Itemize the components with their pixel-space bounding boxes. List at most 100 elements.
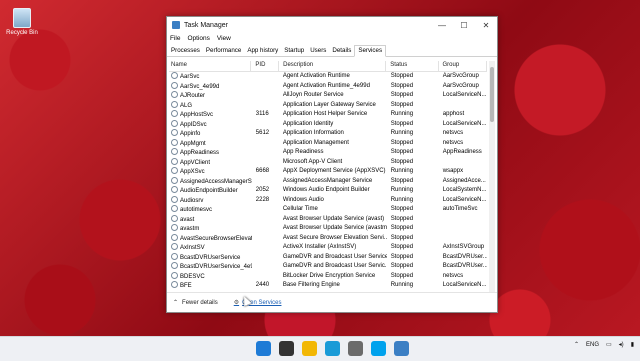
- cell-name: AppVClient: [169, 157, 252, 168]
- table-row[interactable]: AppIDSvc Application Identity Stopped Local…: [169, 119, 487, 130]
- cell-text: AarSvc: [180, 74, 200, 80]
- volume-icon[interactable]: ◂): [619, 341, 624, 348]
- skype-icon[interactable]: [371, 341, 386, 356]
- search-icon[interactable]: [279, 341, 294, 356]
- cell-text: 2440: [255, 282, 270, 288]
- table-row[interactable]: AarSvc_4e99d Agent Activation Runtime_4e9…: [169, 81, 487, 92]
- cell-text: Application Host Helper Service: [282, 111, 368, 117]
- tab-app-history[interactable]: App history: [244, 46, 281, 56]
- cell-pid: [252, 139, 279, 149]
- table-row[interactable]: AvastSecureBrowserElevati... Avast Secure…: [169, 233, 487, 244]
- menu-file[interactable]: File: [170, 35, 180, 42]
- file-explorer-icon[interactable]: [302, 341, 317, 356]
- cell-text: Stopped: [390, 225, 414, 231]
- tab-startup[interactable]: Startup: [281, 46, 307, 56]
- cell-text: autotimesvc: [180, 207, 213, 213]
- cell-pid: [252, 158, 279, 168]
- table-header: Name PID Description Status Group: [169, 61, 487, 72]
- task-manager-icon[interactable]: [394, 341, 409, 356]
- service-icon: [171, 119, 178, 127]
- maximize-button[interactable]: ☐: [453, 21, 475, 30]
- cell-description: Agent Activation Runtime: [279, 72, 387, 82]
- table-row[interactable]: AppVClient Microsoft App-V Client Stopped: [169, 157, 487, 168]
- table-row[interactable]: Appinfo 5612 Application Information Runnin…: [169, 129, 487, 139]
- cell-text: Stopped: [390, 101, 414, 108]
- table-row[interactable]: AudioEndpointBuilder 2052 Windows Audio En…: [169, 186, 487, 196]
- cell-name: AssignedAccessManagerSvc: [169, 176, 252, 187]
- cell-text: Running: [390, 187, 414, 193]
- language-indicator[interactable]: ENG: [586, 342, 599, 348]
- cell-name: avastm: [169, 224, 252, 234]
- cell-text: Cellular Time: [282, 206, 318, 212]
- column-header-description[interactable]: Description: [279, 61, 387, 71]
- cell-pid: 6668: [252, 167, 279, 177]
- table-row[interactable]: AarSvc Agent Activation Runtime Stopped Aar…: [169, 72, 487, 82]
- cell-pid: [252, 82, 279, 92]
- table-row[interactable]: autotimesvc Cellular Time Stopped autoTimeS…: [169, 205, 487, 215]
- cell-group: netsvcs: [439, 272, 487, 282]
- cell-text: wsappx: [442, 168, 464, 174]
- cell-status: Running: [387, 110, 439, 120]
- table-row[interactable]: AxInstSV ActiveX Installer (AxInstSV) Stop…: [169, 243, 487, 253]
- table-row[interactable]: BcastDVRUserService GameDVR and Broadcast…: [169, 252, 487, 263]
- desktop: Recycle Bin Task Manager — ☐ ✕ File Opti…: [0, 0, 640, 336]
- tab-strip: Processes Performance App history Startu…: [167, 44, 497, 57]
- cell-text: AarSvc_4e99d: [180, 83, 220, 90]
- column-header-group[interactable]: Group: [439, 61, 487, 71]
- windows-start-icon[interactable]: [256, 341, 271, 356]
- cell-text: Stopped: [390, 92, 414, 98]
- chevron-up-icon[interactable]: ⌃: [574, 341, 579, 348]
- menu-view[interactable]: View: [217, 35, 231, 42]
- table-row[interactable]: AssignedAccessManagerSvc AssignedAccessMa…: [169, 176, 487, 187]
- table-row[interactable]: ALG Application Layer Gateway Service Stop…: [169, 100, 487, 111]
- table-row[interactable]: AJRouter AllJoyn Router Service Stopped Loc…: [169, 91, 487, 101]
- table-row[interactable]: AppReadiness App Readiness Stopped AppReadi…: [169, 148, 487, 158]
- cell-name: AarSvc: [169, 72, 252, 82]
- tab-users[interactable]: Users: [307, 46, 329, 56]
- cell-text: Running: [390, 282, 414, 288]
- cell-description: Application Information: [279, 129, 387, 139]
- table-row[interactable]: avastm Avast Browser Update Service (avas…: [169, 224, 487, 234]
- column-header-status[interactable]: Status: [386, 61, 439, 71]
- cell-name: AJRouter: [169, 91, 252, 101]
- cell-status: Stopped: [387, 262, 439, 272]
- cell-text: Base Filtering Engine: [282, 282, 340, 288]
- close-button[interactable]: ✕: [475, 21, 497, 30]
- table-row[interactable]: AppXSvc 6668 AppX Deployment Service (AppX…: [169, 167, 487, 177]
- fewer-details-button[interactable]: ⌃ Fewer details: [173, 299, 218, 307]
- column-header-pid[interactable]: PID: [251, 61, 280, 71]
- tab-performance[interactable]: Performance: [203, 46, 244, 56]
- cell-group: wsappx: [439, 167, 487, 177]
- cell-group: LocalServiceN...: [439, 196, 487, 206]
- tab-services[interactable]: Services: [354, 45, 387, 57]
- cell-text: Running: [390, 196, 414, 203]
- cell-pid: [252, 148, 279, 158]
- store-icon[interactable]: [348, 341, 363, 356]
- minimize-button[interactable]: —: [431, 21, 453, 30]
- service-icon: [171, 148, 178, 155]
- table-row[interactable]: BcastDVRUserService_4e99d GameDVR and Bro…: [169, 262, 487, 272]
- cell-group: [439, 101, 487, 111]
- cell-name: AppIDSvc: [169, 119, 252, 130]
- menu-options[interactable]: Options: [187, 35, 209, 42]
- network-icon[interactable]: ▭: [606, 341, 612, 348]
- table-row[interactable]: BFE 2440 Base Filtering Engine Running Local…: [169, 281, 487, 291]
- vertical-scrollbar[interactable]: [489, 61, 495, 293]
- battery-icon[interactable]: ▮: [631, 341, 634, 348]
- cell-description: Application Host Helper Service: [279, 110, 387, 120]
- table-row[interactable]: avast Avast Browser Update Service (avast…: [169, 214, 487, 225]
- edge-icon[interactable]: [325, 341, 340, 356]
- table-row[interactable]: Audiosrv 2228 Windows Audio Running LocalSer…: [169, 195, 487, 206]
- table-row[interactable]: BDESVC BitLocker Drive Encryption Service…: [169, 271, 487, 282]
- table-row[interactable]: AppHostSvc 3116 Application Host Helper Se…: [169, 110, 487, 120]
- cell-text: ALG: [180, 102, 193, 109]
- title-bar[interactable]: Task Manager — ☐ ✕: [167, 17, 497, 33]
- recycle-bin-icon[interactable]: Recycle Bin: [4, 8, 40, 36]
- table-row[interactable]: AppMgmt Application Management Stopped nets…: [169, 138, 487, 149]
- tab-processes[interactable]: Processes: [168, 46, 203, 56]
- scrollbar-thumb[interactable]: [490, 67, 494, 122]
- column-header-name[interactable]: Name: [169, 61, 252, 71]
- service-icon: [171, 214, 178, 222]
- cell-text: BDESVC: [180, 273, 205, 280]
- tab-details[interactable]: Details: [329, 46, 354, 56]
